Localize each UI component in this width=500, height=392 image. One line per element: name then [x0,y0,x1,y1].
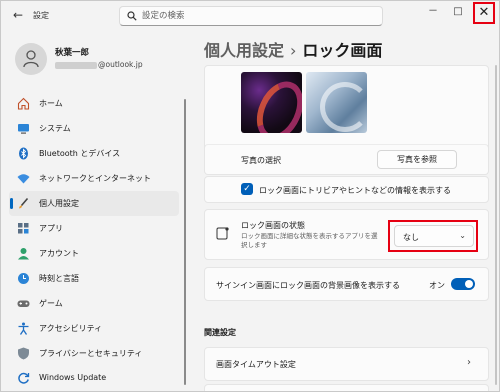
signin-bg-label: サインイン画面にロック画面の背景画像を表示する [216,281,400,290]
browse-photos-button[interactable]: 写真を参照 [377,150,457,169]
maximize-button[interactable]: □ [448,4,468,20]
user-email: @outlook.jp [55,60,143,69]
sidebar-scrollbar[interactable] [184,99,186,385]
sidebar-item-system[interactable]: システム [9,116,179,141]
lock-status-title: ロック画面の状態 [241,221,305,230]
bluetooth-icon [19,147,28,160]
sidebar-item-time-language[interactable]: 時刻と言語 [9,266,179,291]
back-arrow-icon[interactable]: ← [11,8,25,22]
breadcrumb-parent[interactable]: 個人用設定 [204,41,284,60]
sidebar-item-bluetooth[interactable]: Bluetooth とデバイス [9,141,179,166]
sidebar-item-home[interactable]: ホーム [9,91,179,116]
game-icon [17,300,30,307]
minimize-button[interactable]: － [423,4,443,20]
avatar[interactable] [15,43,47,75]
lock-status-description: ロック画面に詳細な状態を表示するアプリを選 [241,232,378,240]
sidebar-nav: ホーム システム Bluetooth とデバイス ネットワークとインターネット … [9,91,179,391]
sidebar-item-label: ネットワークとインターネット [39,174,151,183]
sidebar-item-label: プライバシーとセキュリティ [39,349,143,358]
sidebar-item-label: ホーム [39,99,63,108]
related-settings-heading: 関連設定 [204,328,236,337]
windows-update-icon [18,372,30,384]
home-icon [17,97,30,110]
breadcrumb: 個人用設定 › ロック画面 [204,37,382,61]
sidebar-item-label: Bluetooth とデバイス [39,149,121,158]
sidebar-item-label: Windows Update [39,373,107,382]
accessibility-icon [18,322,29,335]
shield-icon [18,347,29,360]
trivia-label: ロック画面にトリビアやヒントなどの情報を表示する [259,186,451,195]
user-name: 秋葉一郎 [55,48,90,58]
brush-icon [19,197,29,209]
sidebar-item-label: システム [39,124,71,133]
sidebar-item-label: 時刻と言語 [39,274,79,283]
network-icon [17,174,30,184]
lock-status-icon [216,227,229,240]
sidebar-item-accounts[interactable]: アカウント [9,241,179,266]
sidebar-item-windows-update[interactable]: Windows Update [9,366,179,391]
title-bar: ← 設定 － □ ✕ [1,1,499,31]
lock-status-description-cont: 択します [241,241,267,249]
sidebar-item-label: 個人用設定 [39,199,79,208]
next-row-partial[interactable] [204,384,489,391]
app-title: 設定 [33,11,49,20]
sidebar-item-personalization[interactable]: 個人用設定 [9,191,179,216]
sidebar-item-apps[interactable]: アプリ [9,216,179,241]
page-title: ロック画面 [302,41,383,60]
apps-icon [18,223,29,234]
redacted-email-prefix [55,61,97,69]
photo-select-label: 写真の選択 [241,156,281,165]
screen-timeout-label: 画面タイムアウト設定 [216,360,296,369]
close-button[interactable]: ✕ [473,2,495,24]
search-icon [127,11,137,21]
email-domain: @outlook.jp [98,60,143,69]
sidebar-item-label: アプリ [39,224,63,233]
time-language-icon [18,273,29,284]
account-icon [18,248,29,260]
settings-window: ← 設定 － □ ✕ 秋葉一郎 @outlook.jp ホーム システム Blu… [0,0,500,392]
content-scrollbar[interactable] [495,65,497,385]
sidebar-item-privacy-security[interactable]: プライバシーとセキュリティ [9,341,179,366]
search-box[interactable] [119,6,383,26]
dropdown-value: なし [403,233,419,242]
sidebar-item-label: アクセシビリティ [39,324,103,333]
signin-bg-toggle[interactable] [451,278,475,290]
chevron-down-icon: ⌄ [459,231,466,240]
sidebar-item-gaming[interactable]: ゲーム [9,291,179,316]
recent-photo-thumbnail[interactable] [306,72,367,133]
person-icon [23,50,39,68]
sidebar-item-label: ゲーム [39,299,63,308]
chevron-right-icon: › [467,357,471,368]
sidebar-item-accessibility[interactable]: アクセシビリティ [9,316,179,341]
recent-photo-thumbnail[interactable] [241,72,302,133]
toggle-state-label: オン [429,281,445,290]
system-icon [18,124,29,134]
sidebar-item-network[interactable]: ネットワークとインターネット [9,166,179,191]
search-input[interactable] [142,9,372,23]
sidebar-item-label: アカウント [39,249,79,258]
lock-status-dropdown[interactable]: なし ⌄ [394,225,474,247]
breadcrumb-separator: › [290,41,297,60]
trivia-checkbox[interactable]: ✓ [241,183,253,195]
